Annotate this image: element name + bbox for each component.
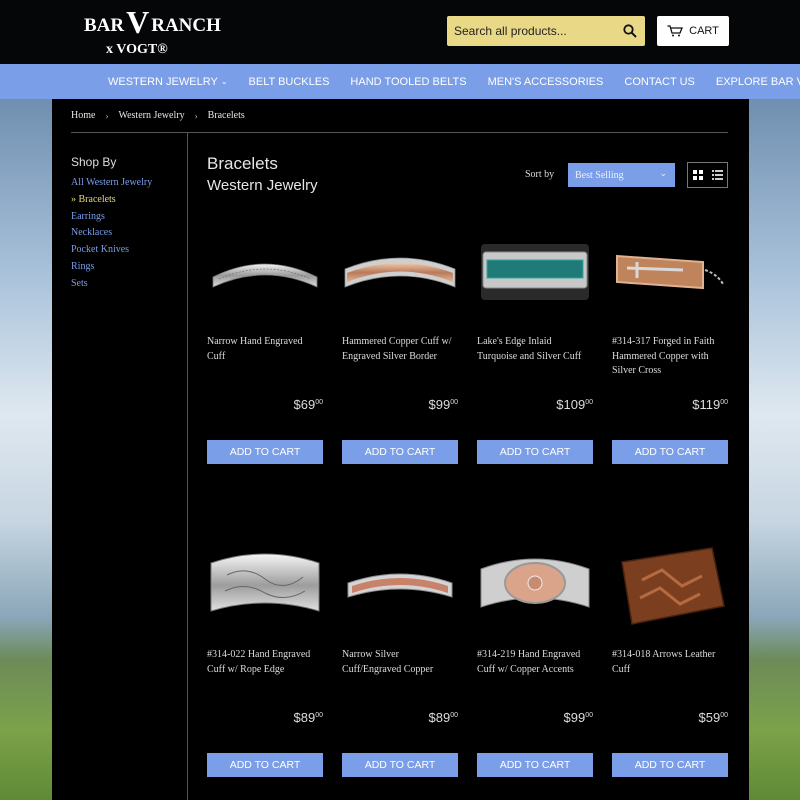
add-to-cart-button[interactable]: ADD TO CART <box>342 440 458 464</box>
sidebar-item-necklaces[interactable]: Necklaces <box>71 225 152 242</box>
product-image[interactable] <box>477 217 593 327</box>
product-price: $8900 <box>428 710 459 725</box>
sort-selected-value: Best Selling <box>575 169 624 181</box>
breadcrumb-home[interactable]: Home <box>71 110 95 121</box>
product-card[interactable]: #314-317 Forged in Faith Hammered Copper… <box>612 217 728 464</box>
sidebar-item-pocket-knives[interactable]: Pocket Knives <box>71 242 152 259</box>
nav-item-western-jewelry[interactable]: WESTERN JEWELRY ⌄ <box>108 76 228 88</box>
product-image[interactable] <box>342 530 458 640</box>
product-name[interactable]: Narrow Hand Engraved Cuff <box>207 335 323 364</box>
sort-label: Sort by <box>525 169 555 180</box>
list-icon <box>711 170 723 180</box>
sidebar: Shop By All Western Jewelry » Bracelets … <box>71 155 152 293</box>
product-name[interactable]: #314-022 Hand Engraved Cuff w/ Rope Edge <box>207 648 323 677</box>
add-to-cart-button[interactable]: ADD TO CART <box>342 753 458 777</box>
add-to-cart-button[interactable]: ADD TO CART <box>612 440 728 464</box>
nav-item-hand-tooled-belts[interactable]: HAND TOOLED BELTS <box>350 76 466 88</box>
product-name[interactable]: Lake's Edge Inlaid Turquoise and Silver … <box>477 335 593 364</box>
sidebar-item-all-western-jewelry[interactable]: All Western Jewelry <box>71 175 152 192</box>
product-card[interactable]: Narrow Silver Cuff/Engraved Copper $8900… <box>342 530 458 777</box>
product-image[interactable] <box>612 217 728 327</box>
product-name[interactable]: #314-219 Hand Engraved Cuff w/ Copper Ac… <box>477 648 593 677</box>
search-button[interactable] <box>615 16 645 46</box>
collection-heading: Bracelets Western Jewelry <box>207 154 318 194</box>
product-image[interactable] <box>207 530 323 640</box>
sidebar-item-bracelets[interactable]: » Bracelets <box>71 192 152 209</box>
product-image[interactable] <box>477 530 593 640</box>
product-card[interactable]: #314-018 Arrows Leather Cuff $5900 ADD T… <box>612 530 728 777</box>
background-scenery-right <box>748 99 800 800</box>
sidebar-item-rings[interactable]: Rings <box>71 259 152 276</box>
product-card[interactable]: Lake's Edge Inlaid Turquoise and Silver … <box>477 217 593 464</box>
site-header: BARVRANCH x VOGT® CART <box>0 0 800 64</box>
search-icon <box>623 24 637 38</box>
cart-button[interactable]: CART <box>657 16 729 46</box>
nav-item-belt-buckles[interactable]: BELT BUCKLES <box>249 76 330 88</box>
product-image[interactable] <box>207 217 323 327</box>
add-to-cart-button[interactable]: ADD TO CART <box>477 440 593 464</box>
search-bar <box>447 16 645 46</box>
product-price: $10900 <box>556 397 593 412</box>
product-name[interactable]: Hammered Copper Cuff w/ Engraved Silver … <box>342 335 458 364</box>
product-price: $8900 <box>293 710 324 725</box>
chevron-down-icon: ⌄ <box>220 77 228 86</box>
page-subtitle: Western Jewelry <box>207 177 318 194</box>
product-card[interactable]: Narrow Hand Engraved Cuff $6900 ADD TO C… <box>207 217 323 464</box>
leather-cuff-image <box>621 547 725 625</box>
search-input[interactable] <box>447 16 615 46</box>
silver-engraved-cuff-image <box>212 263 318 288</box>
add-to-cart-button[interactable]: ADD TO CART <box>477 753 593 777</box>
wide-silver-cuff-image <box>210 553 320 612</box>
product-price: $11900 <box>692 397 728 412</box>
breadcrumb-western-jewelry[interactable]: Western Jewelry <box>118 110 184 121</box>
product-image[interactable] <box>342 217 458 327</box>
product-price: $6900 <box>293 397 324 412</box>
product-price: $9900 <box>428 397 459 412</box>
copper-cross-cuff-image <box>616 254 724 290</box>
add-to-cart-button[interactable]: ADD TO CART <box>207 440 323 464</box>
divider <box>71 132 728 133</box>
nav-item-explore-bar-v[interactable]: EXPLORE BAR V⌄ <box>716 76 800 88</box>
nav-item-contact-us[interactable]: CONTACT US <box>624 76 695 88</box>
product-name[interactable]: Narrow Silver Cuff/Engraved Copper <box>342 648 458 677</box>
product-card[interactable]: #314-022 Hand Engraved Cuff w/ Rope Edge… <box>207 530 323 777</box>
list-view-button[interactable] <box>708 163 728 187</box>
grid-icon <box>692 170 703 180</box>
grid-view-button[interactable] <box>688 163 708 187</box>
background-scenery-left <box>0 99 52 800</box>
sidebar-item-sets[interactable]: Sets <box>71 276 152 293</box>
add-to-cart-button[interactable]: ADD TO CART <box>207 753 323 777</box>
view-toggle <box>687 162 728 188</box>
product-card[interactable]: Hammered Copper Cuff w/ Engraved Silver … <box>342 217 458 464</box>
breadcrumb-separator: › <box>105 110 109 121</box>
product-card[interactable]: #314-219 Hand Engraved Cuff w/ Copper Ac… <box>477 530 593 777</box>
breadcrumb: Home › Western Jewelry › Bracelets <box>71 110 245 121</box>
product-name[interactable]: #314-317 Forged in Faith Hammered Copper… <box>612 335 728 379</box>
chevron-down-icon: ⌄ <box>659 168 667 178</box>
breadcrumb-current: Bracelets <box>207 110 245 121</box>
sort-select[interactable]: Best Selling ⌄ <box>568 163 675 187</box>
page-title: Bracelets <box>207 154 278 173</box>
sidebar-item-earrings[interactable]: Earrings <box>71 209 152 226</box>
add-to-cart-button[interactable]: ADD TO CART <box>612 753 728 777</box>
breadcrumb-separator: › <box>194 110 198 121</box>
nav-item-mens-accessories[interactable]: MEN'S ACCESSORIES <box>488 76 604 88</box>
brand-logo[interactable]: BAR V RANCH x VOGT® <box>84 6 221 58</box>
copper-silver-cuff-image <box>344 257 456 288</box>
product-price: $9900 <box>563 710 594 725</box>
copper-accent-cuff-image <box>480 558 590 608</box>
main-content: Home › Western Jewelry › Bracelets Shop … <box>52 99 749 800</box>
product-image[interactable] <box>612 530 728 640</box>
product-name[interactable]: #314-018 Arrows Leather Cuff <box>612 648 728 677</box>
turquoise-cuff-image <box>481 244 589 300</box>
narrow-copper-cuff-image <box>347 573 453 598</box>
cart-icon <box>667 25 684 37</box>
sidebar-title: Shop By <box>71 155 117 169</box>
sidebar-divider <box>187 133 188 800</box>
main-nav: WESTERN JEWELRY ⌄ BELT BUCKLES HAND TOOLE… <box>0 64 800 99</box>
product-price: $5900 <box>698 710 729 725</box>
cart-label: CART <box>689 25 719 37</box>
